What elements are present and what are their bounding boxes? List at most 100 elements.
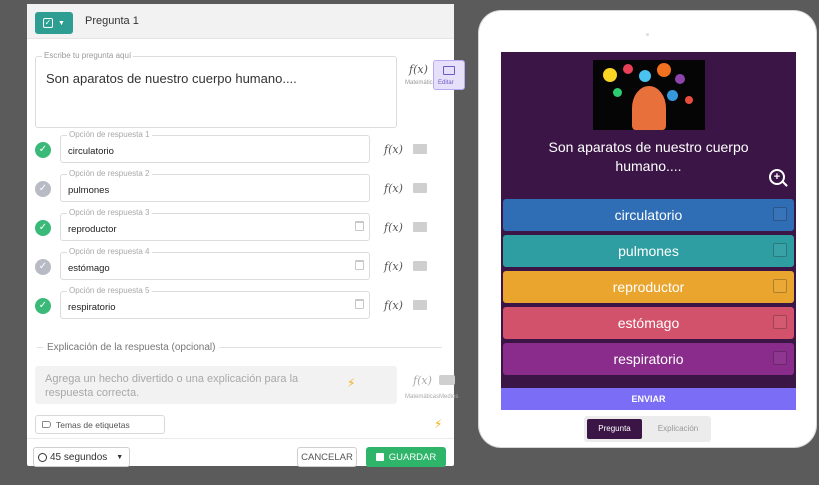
math-fx-icon[interactable]: f(x)	[413, 374, 432, 387]
answer-option-input[interactable]: Opción de respuesta 1 circulatorio	[60, 130, 370, 163]
editor-header: ✓ ▼ Pregunta 1	[27, 4, 454, 39]
question-title: Pregunta 1	[85, 15, 139, 27]
save-disk-icon	[375, 453, 384, 461]
answer-option-input[interactable]: Opción de respuesta 4 estómago	[60, 247, 370, 280]
trash-icon[interactable]	[355, 221, 364, 231]
answer-checkbox[interactable]	[773, 315, 787, 329]
correct-toggle-check-icon[interactable]: ✓	[35, 181, 51, 197]
tag-icon	[42, 421, 51, 428]
time-limit-dropdown[interactable]: 45 segundos ▼	[33, 447, 130, 467]
answer-option-5: ✓ Opción de respuesta 5 respiratorio f(x…	[35, 286, 440, 319]
cancel-button[interactable]: CANCELAR	[297, 447, 357, 467]
edit-image-button[interactable]: Editar	[433, 60, 465, 90]
tablet-camera	[646, 33, 649, 36]
answer-option-label: Opción de respuesta 5	[67, 286, 152, 295]
edit-caption: Editar	[438, 80, 454, 86]
answer-option-2: ✓ Opción de respuesta 2 pulmones f(x)	[35, 169, 440, 202]
correct-toggle-check-icon[interactable]: ✓	[35, 220, 51, 236]
correct-toggle-check-icon[interactable]: ✓	[35, 298, 51, 314]
math-fx-icon[interactable]: f(x)	[384, 299, 403, 312]
preview-answer-label: respiratorio	[613, 351, 684, 367]
image-icon[interactable]	[413, 144, 427, 154]
preview-answer-label: circulatorio	[614, 207, 683, 223]
image-icon[interactable]	[413, 222, 427, 232]
image-icon[interactable]	[413, 183, 427, 193]
clock-icon	[38, 452, 47, 462]
tab-explanation[interactable]: Explicación	[650, 419, 706, 439]
answer-option-label: Opción de respuesta 4	[67, 247, 152, 256]
editor-footer: 45 segundos ▼ CANCELAR GUARDAR	[27, 438, 454, 467]
answer-checkbox[interactable]	[773, 243, 787, 257]
chevron-down-icon: ▼	[58, 19, 65, 27]
answer-option-value[interactable]: pulmones	[68, 185, 109, 196]
correct-toggle-check-icon[interactable]: ✓	[35, 259, 51, 275]
question-editor-panel: ✓ ▼ Pregunta 1 Escribe tu pregunta aquí …	[27, 4, 465, 467]
save-label: GUARDAR	[388, 451, 437, 463]
time-limit-value: 45 segundos	[50, 451, 108, 463]
preview-answer-1[interactable]: circulatorio	[503, 199, 794, 231]
preview-answer-label: estómago	[617, 315, 680, 331]
preview-answer-5[interactable]: respiratorio	[503, 343, 794, 375]
preview-question-text: Son aparatos de nuestro cuerpo humano...…	[548, 139, 749, 174]
answer-option-label: Opción de respuesta 3	[67, 208, 152, 217]
answer-checkbox[interactable]	[773, 207, 787, 221]
preview-answer-2[interactable]: pulmones	[503, 235, 794, 267]
media-icon[interactable]	[439, 375, 455, 385]
answer-checkbox[interactable]	[773, 351, 787, 365]
answer-option-value[interactable]: estómago	[68, 263, 110, 274]
question-image	[593, 60, 705, 130]
explanation-placeholder: Agrega un hecho divertido o una explicac…	[45, 373, 299, 399]
answer-option-input[interactable]: Opción de respuesta 2 pulmones	[60, 169, 370, 202]
chevron-down-icon: ▼	[116, 453, 124, 461]
divider	[37, 347, 43, 348]
preview-answer-label: reproductor	[612, 279, 685, 295]
save-button[interactable]: GUARDAR	[366, 447, 446, 467]
bolt-icon[interactable]: ⚡	[347, 376, 355, 390]
preview-tab-toggle: Pregunta Explicación	[584, 416, 711, 442]
answer-option-label: Opción de respuesta 2	[67, 169, 152, 178]
tablet-preview: Son aparatos de nuestro cuerpo humano...…	[479, 11, 816, 447]
image-icon[interactable]	[413, 300, 427, 310]
math-fx-icon[interactable]: f(x)	[384, 260, 403, 273]
explanation-title-text: Explicación de la respuesta (opcional)	[47, 342, 216, 353]
answer-option-value[interactable]: circulatorio	[68, 146, 114, 157]
answer-option-value[interactable]: respiratorio	[68, 302, 116, 313]
question-input[interactable]: Escribe tu pregunta aquí Son aparatos de…	[35, 51, 397, 128]
math-fx-icon[interactable]: f(x)	[384, 221, 403, 234]
math-fx-icon[interactable]: f(x)	[384, 143, 403, 156]
image-icon[interactable]	[413, 261, 427, 271]
explanation-tools: f(x) MatemáticasMedios	[405, 372, 458, 404]
answer-checkbox[interactable]	[773, 279, 787, 293]
tags-button[interactable]: Temas de etiquetas	[35, 415, 165, 434]
explanation-section-title: Explicación de la respuesta (opcional)	[37, 342, 442, 353]
tab-question[interactable]: Pregunta	[587, 419, 642, 439]
question-tools: f(x) Matemáticas Editar	[405, 60, 465, 100]
preview-answer-label: pulmones	[618, 243, 679, 259]
question-text[interactable]: Son aparatos de nuestro cuerpo humano...…	[46, 71, 297, 86]
explanation-input[interactable]: Agrega un hecho divertido o una explicac…	[35, 366, 397, 404]
answer-option-label: Opción de respuesta 1	[67, 130, 152, 139]
correct-toggle-check-icon[interactable]: ✓	[35, 142, 51, 158]
math-fx-icon[interactable]: f(x)	[409, 63, 428, 76]
answer-option-1: ✓ Opción de respuesta 1 circulatorio f(x…	[35, 130, 440, 163]
question-input-label: Escribe tu pregunta aquí	[42, 51, 134, 60]
question-type-dropdown[interactable]: ✓ ▼	[35, 12, 73, 34]
trash-icon[interactable]	[355, 260, 364, 270]
preview-screen: Son aparatos de nuestro cuerpo humano...…	[501, 52, 796, 410]
zoom-in-icon[interactable]: +	[769, 169, 785, 185]
answer-option-input[interactable]: Opción de respuesta 3 reproductor	[60, 208, 370, 241]
answer-option-4: ✓ Opción de respuesta 4 estómago f(x)	[35, 247, 440, 280]
math-fx-icon[interactable]: f(x)	[384, 182, 403, 195]
preview-answer-3[interactable]: reproductor	[503, 271, 794, 303]
bolt-icon[interactable]: ⚡	[434, 417, 442, 431]
preview-answer-4[interactable]: estómago	[503, 307, 794, 339]
answer-option-3: ✓ Opción de respuesta 3 reproductor f(x)	[35, 208, 440, 241]
divider	[219, 347, 442, 348]
trash-icon[interactable]	[355, 299, 364, 309]
tags-label: Temas de etiquetas	[56, 419, 130, 430]
image-icon	[443, 66, 455, 75]
answer-option-value[interactable]: reproductor	[68, 224, 117, 235]
answer-option-input[interactable]: Opción de respuesta 5 respiratorio	[60, 286, 370, 319]
checkbox-icon: ✓	[43, 18, 54, 28]
send-button[interactable]: ENVIAR	[501, 388, 796, 410]
